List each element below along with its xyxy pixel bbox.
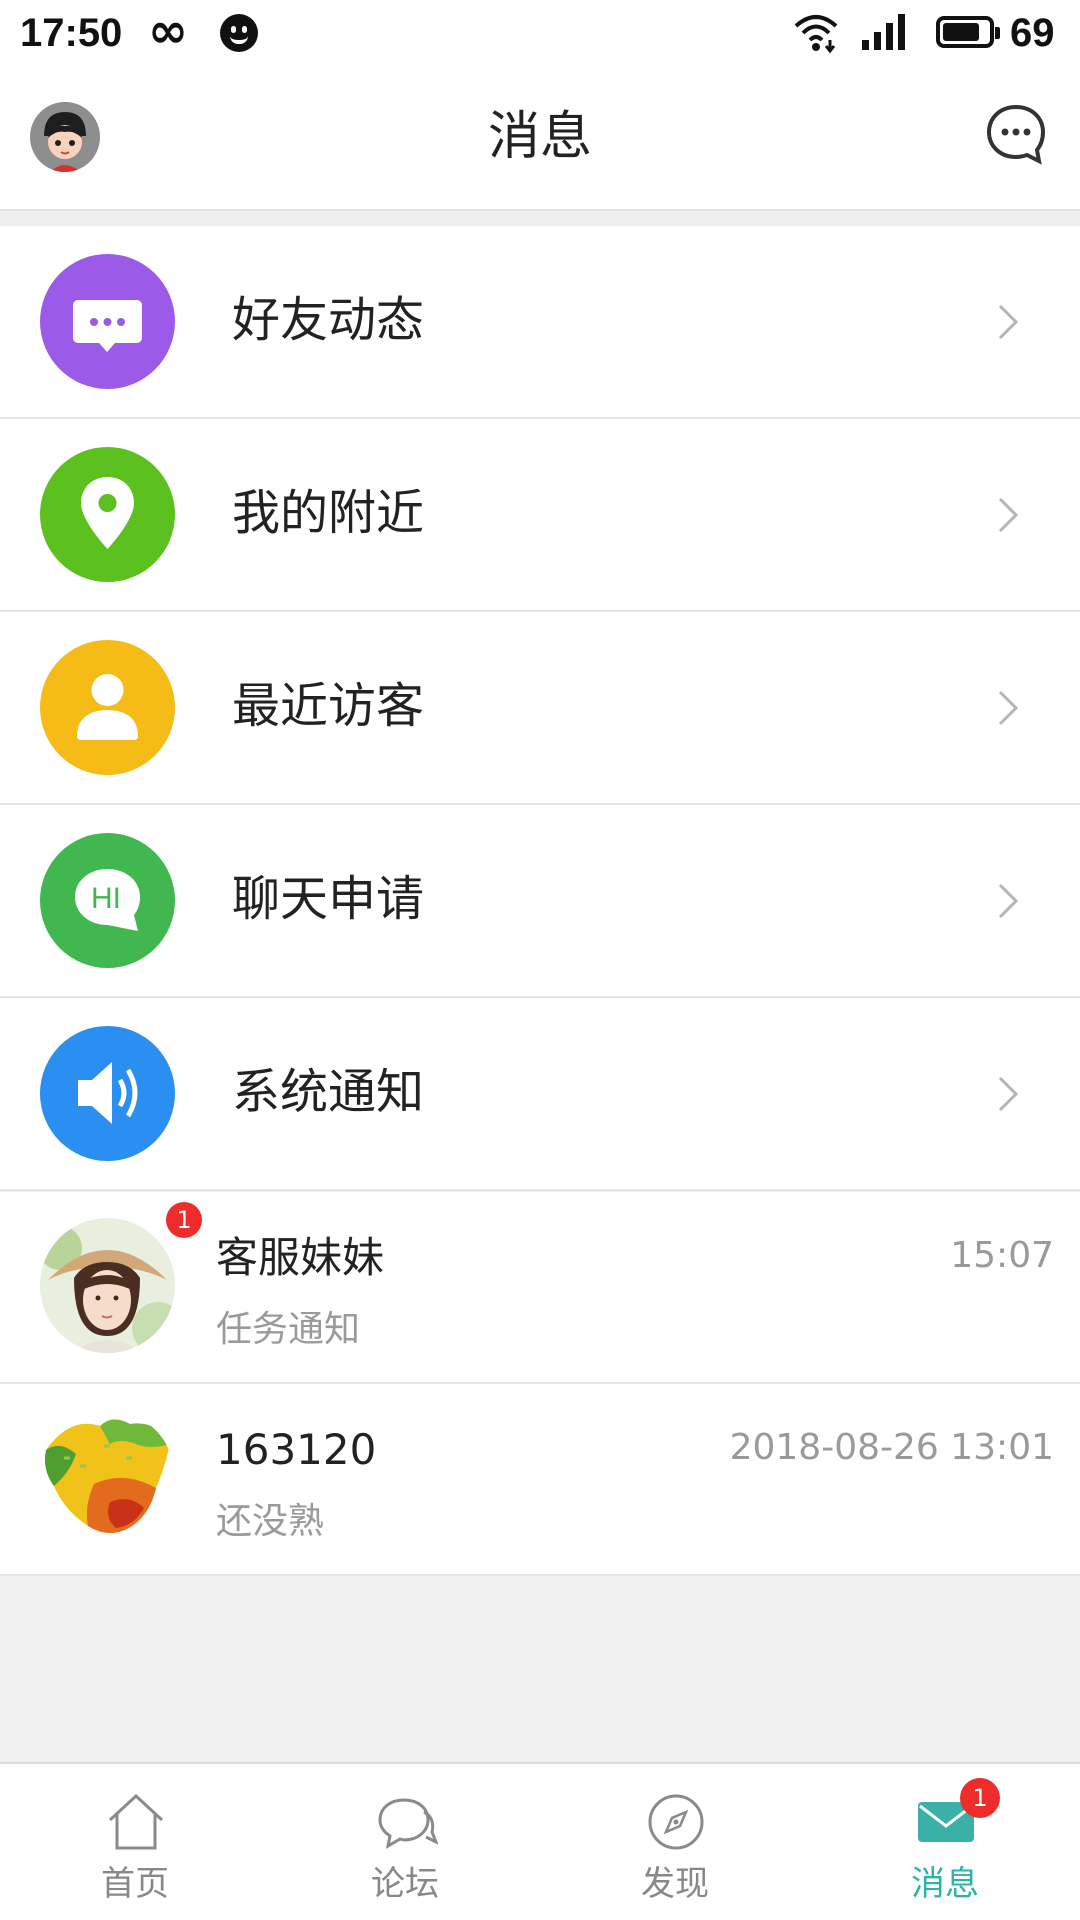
chevron-right-icon <box>998 304 1019 340</box>
unread-badge: 1 <box>960 1778 1000 1818</box>
compass-icon <box>648 1794 704 1850</box>
speaker-icon <box>40 1026 175 1161</box>
menu-item-label: 系统通知 <box>232 1064 425 1120</box>
contact-name: 163120 <box>216 1425 377 1474</box>
conversation-row[interactable]: 1 客服妹妹 任务通知 15:07 <box>0 1192 1080 1384</box>
location-pin-icon <box>40 447 175 582</box>
unread-badge: 1 <box>166 1202 202 1238</box>
tab-label: 论坛 <box>371 1864 439 1904</box>
tab-messages[interactable]: 1 消息 <box>810 1764 1080 1920</box>
contact-avatar <box>40 1218 175 1353</box>
chevron-right-icon <box>998 883 1019 919</box>
svg-text:HI: HI <box>91 882 121 915</box>
page-title: 消息 <box>487 107 592 167</box>
chevron-right-icon <box>998 1076 1019 1112</box>
face-icon <box>220 14 258 52</box>
battery-level: 69 <box>1010 11 1055 55</box>
menu-item-chat-requests[interactable]: HI 聊天申请 <box>0 805 1080 998</box>
chevron-right-icon <box>998 690 1019 726</box>
battery-icon <box>936 16 1000 48</box>
tab-label: 首页 <box>101 1864 169 1904</box>
home-icon <box>108 1793 164 1850</box>
status-time: 17:50 <box>20 11 123 55</box>
contact-name: 客服妹妹 <box>216 1233 385 1282</box>
signal-icon <box>862 14 905 50</box>
person-icon <box>40 640 175 775</box>
conversation-list: 1 客服妹妹 任务通知 15:07 163120 还没熟 2018-08-26 … <box>0 1192 1080 1576</box>
contact-avatar <box>40 1410 175 1545</box>
status-bar: 17:50 ∞ 69 <box>0 0 1080 66</box>
menu-item-friend-updates[interactable]: 好友动态 <box>0 226 1080 419</box>
chat-dots-icon <box>40 254 175 389</box>
conversation-row[interactable]: 163120 还没熟 2018-08-26 13:01 <box>0 1384 1080 1576</box>
menu-item-label: 好友动态 <box>232 292 425 348</box>
menu-item-recent-visitors[interactable]: 最近访客 <box>0 612 1080 805</box>
feature-menu: 好友动态 我的附近 最近访客 HI 聊天申请 系统通知 <box>0 226 1080 1191</box>
section-divider <box>0 212 1080 226</box>
forum-bubble-icon <box>378 1798 438 1849</box>
message-preview: 还没熟 <box>216 1501 325 1542</box>
message-time: 2018-08-26 13:01 <box>729 1427 1054 1468</box>
tab-discover[interactable]: 发现 <box>540 1764 810 1920</box>
menu-item-system-notifications[interactable]: 系统通知 <box>0 998 1080 1191</box>
chat-bubble-icon[interactable] <box>984 102 1048 166</box>
message-time: 15:07 <box>950 1235 1054 1276</box>
bottom-tab-bar: 首页 论坛 发现 1 消息 <box>0 1762 1080 1920</box>
app-screen: 17:50 ∞ 69 消息 好友动态 我的附近 最近访客 HI 聊天申请 系统通… <box>0 0 1080 1920</box>
infinity-icon: ∞ <box>148 3 188 59</box>
menu-item-label: 聊天申请 <box>232 871 425 927</box>
tab-label: 消息 <box>911 1864 979 1904</box>
tab-forum[interactable]: 论坛 <box>270 1764 540 1920</box>
tab-label: 发现 <box>641 1864 709 1904</box>
chevron-right-icon <box>998 497 1019 533</box>
menu-item-nearby[interactable]: 我的附近 <box>0 419 1080 612</box>
message-preview: 任务通知 <box>216 1309 361 1350</box>
header: 消息 <box>0 66 1080 211</box>
wifi-icon <box>794 15 838 54</box>
tab-home[interactable]: 首页 <box>0 1764 270 1920</box>
menu-item-label: 我的附近 <box>232 485 425 541</box>
hi-bubble-icon: HI <box>40 833 175 968</box>
menu-item-label: 最近访客 <box>232 678 425 734</box>
